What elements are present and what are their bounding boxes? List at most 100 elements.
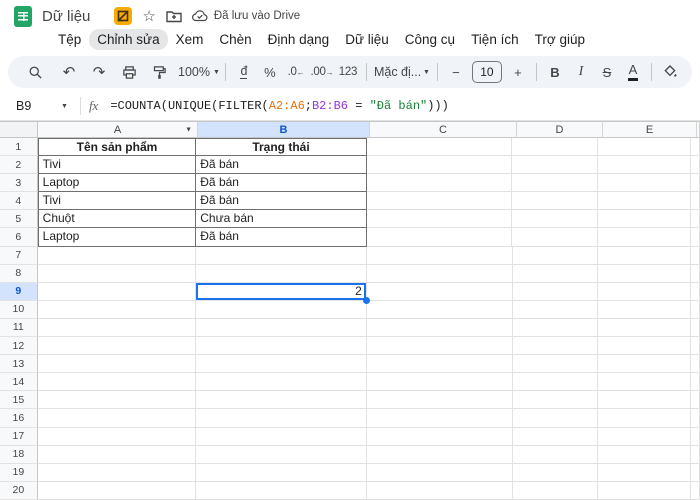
row-header-12[interactable]: 12 bbox=[0, 337, 38, 356]
cell-B3[interactable]: Đã bán bbox=[196, 174, 367, 193]
fill-color-button[interactable] bbox=[657, 59, 683, 85]
cell-E11[interactable] bbox=[597, 318, 692, 338]
cell-C18[interactable] bbox=[366, 445, 513, 464]
cell-E3[interactable] bbox=[597, 174, 691, 193]
cell-A16[interactable] bbox=[37, 409, 197, 428]
menu-extensions[interactable]: Tiện ích bbox=[463, 29, 527, 50]
cell-C16[interactable] bbox=[366, 409, 513, 428]
cell-A14[interactable] bbox=[37, 373, 197, 392]
cell-B4[interactable]: Đã bán bbox=[196, 192, 367, 211]
cell-E2[interactable] bbox=[597, 156, 691, 175]
cell-B14[interactable] bbox=[196, 373, 367, 392]
cell-E7[interactable] bbox=[597, 246, 692, 265]
cell-A13[interactable] bbox=[37, 355, 197, 374]
row-header-2[interactable]: 2 bbox=[0, 156, 38, 175]
cell-A17[interactable] bbox=[37, 427, 197, 446]
cell-D18[interactable] bbox=[512, 445, 598, 464]
cell-D15[interactable] bbox=[512, 391, 598, 410]
row-header-11[interactable]: 11 bbox=[0, 318, 38, 338]
cell-A5[interactable]: Chuột bbox=[37, 210, 197, 229]
move-folder-icon[interactable] bbox=[166, 10, 182, 23]
cell-E1[interactable] bbox=[597, 138, 691, 157]
menu-view[interactable]: Xem bbox=[168, 29, 212, 50]
cell-E8[interactable] bbox=[597, 264, 692, 283]
cell-B7[interactable] bbox=[196, 246, 367, 265]
cell-D6[interactable] bbox=[512, 228, 598, 247]
cell-E15[interactable] bbox=[597, 391, 692, 410]
column-header-D[interactable]: D bbox=[517, 121, 603, 138]
cell-D10[interactable] bbox=[512, 300, 598, 319]
cell-D17[interactable] bbox=[512, 427, 598, 446]
cell-D1[interactable] bbox=[512, 138, 598, 157]
cell-B1[interactable]: Trạng thái bbox=[196, 138, 367, 157]
fill-handle[interactable] bbox=[362, 296, 370, 304]
cell-C9[interactable] bbox=[366, 282, 513, 301]
row-header-8[interactable]: 8 bbox=[0, 264, 38, 283]
name-box-dropdown-icon[interactable]: ▼ bbox=[61, 103, 68, 110]
row-header-6[interactable]: 6 bbox=[0, 228, 38, 247]
text-color-button[interactable]: A bbox=[620, 59, 646, 85]
cell-C1[interactable] bbox=[366, 138, 513, 157]
zoom-select[interactable]: 100% ▼ bbox=[178, 59, 220, 85]
cell-C5[interactable] bbox=[366, 210, 513, 229]
cell-A12[interactable] bbox=[37, 337, 197, 356]
sheets-logo-icon[interactable] bbox=[14, 5, 32, 27]
column-header-B[interactable]: B bbox=[198, 121, 370, 138]
cell-E6[interactable] bbox=[597, 228, 691, 247]
cell-D3[interactable] bbox=[512, 174, 598, 193]
row-header-5[interactable]: 5 bbox=[0, 210, 38, 229]
name-box[interactable]: B9 bbox=[0, 99, 58, 113]
cell-B15[interactable] bbox=[196, 391, 367, 410]
cell-A19[interactable] bbox=[37, 463, 197, 482]
cell-E19[interactable] bbox=[597, 463, 692, 482]
undo-icon[interactable]: ↶ bbox=[56, 59, 82, 85]
cell-A20[interactable] bbox=[37, 481, 197, 500]
cell-B5[interactable]: Chưa bán bbox=[196, 210, 367, 229]
menu-data[interactable]: Dữ liệu bbox=[337, 29, 397, 50]
menu-insert[interactable]: Chèn bbox=[211, 29, 259, 50]
more-formats-button[interactable]: 123 bbox=[335, 59, 361, 85]
row-header-14[interactable]: 14 bbox=[0, 373, 38, 392]
cell-D7[interactable] bbox=[512, 246, 598, 265]
cell-D9[interactable] bbox=[512, 282, 598, 301]
formula-input[interactable]: =COUNTA(UNIQUE(FILTER(A2:A6;B2:B6 = "Đã … bbox=[110, 99, 449, 113]
decrease-font-size-button[interactable]: − bbox=[443, 59, 469, 85]
row-header-1[interactable]: 1 bbox=[0, 138, 38, 157]
column-header-C[interactable]: C bbox=[370, 121, 517, 138]
cell-A18[interactable] bbox=[37, 445, 197, 464]
row-header-17[interactable]: 17 bbox=[0, 427, 38, 446]
cell-A1[interactable]: Tên sản phẩm bbox=[37, 138, 197, 157]
cell-C7[interactable] bbox=[366, 246, 513, 265]
cell-E10[interactable] bbox=[597, 300, 692, 319]
cell-E13[interactable] bbox=[597, 355, 692, 374]
decrease-decimal-button[interactable]: .0 ← bbox=[283, 59, 309, 85]
cell-B8[interactable] bbox=[196, 264, 367, 283]
cell-B17[interactable] bbox=[196, 427, 367, 446]
format-percent-button[interactable]: % bbox=[257, 59, 283, 85]
cell-B20[interactable] bbox=[196, 481, 367, 500]
cell-B9[interactable]: 2 bbox=[196, 282, 370, 304]
cell-D12[interactable] bbox=[512, 337, 598, 356]
cell-A7[interactable] bbox=[37, 246, 197, 265]
document-title[interactable]: Dữ liệu bbox=[42, 8, 90, 25]
crossed-box-icon[interactable] bbox=[114, 7, 133, 25]
column-header-E[interactable]: E bbox=[603, 121, 697, 138]
menu-file[interactable]: Tệp bbox=[50, 29, 89, 50]
font-select[interactable]: Mặc đị... ▼ bbox=[372, 59, 432, 85]
cell-B13[interactable] bbox=[196, 355, 367, 374]
cell-D2[interactable] bbox=[512, 156, 598, 175]
print-icon[interactable] bbox=[116, 59, 142, 85]
cell-C6[interactable] bbox=[366, 228, 513, 247]
cell-E5[interactable] bbox=[597, 210, 691, 229]
cell-E12[interactable] bbox=[597, 337, 692, 356]
cell-C11[interactable] bbox=[366, 318, 513, 338]
bold-button[interactable]: B bbox=[542, 59, 568, 85]
cell-C3[interactable] bbox=[366, 174, 513, 193]
saved-status[interactable]: Đã lưu vào Drive bbox=[191, 10, 300, 22]
select-all-corner[interactable] bbox=[0, 121, 38, 138]
cell-A10[interactable] bbox=[37, 300, 197, 319]
column-header-A[interactable]: A ▼ bbox=[38, 121, 198, 138]
cell-D13[interactable] bbox=[512, 355, 598, 374]
cell-C20[interactable] bbox=[366, 481, 513, 500]
cell-A2[interactable]: Tivi bbox=[37, 156, 197, 175]
